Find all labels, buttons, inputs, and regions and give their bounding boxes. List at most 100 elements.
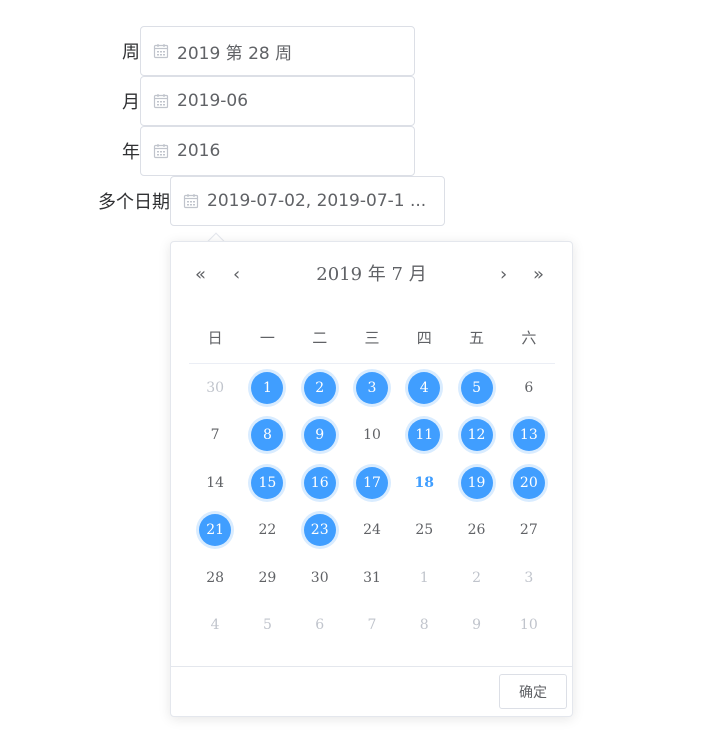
day-cell: 4 bbox=[189, 602, 241, 650]
day-cell: 13 bbox=[503, 412, 555, 460]
day-other-month[interactable]: 7 bbox=[356, 609, 388, 641]
day-selected[interactable]: 9 bbox=[303, 419, 336, 452]
day-cell: 8 bbox=[241, 412, 293, 460]
year-picker-input[interactable]: 2016 bbox=[140, 126, 415, 176]
week-picker-input[interactable]: 2019 第 28 周 bbox=[140, 26, 415, 76]
day-cell: 23 bbox=[294, 507, 346, 555]
day-other-month[interactable]: 1 bbox=[408, 562, 440, 594]
day-cell: 1 bbox=[241, 364, 293, 412]
day-selected[interactable]: 21 bbox=[199, 514, 232, 547]
day-selected[interactable]: 23 bbox=[303, 514, 336, 547]
day-cell: 20 bbox=[503, 459, 555, 507]
day-cell: 7 bbox=[189, 412, 241, 460]
day-cell: 7 bbox=[346, 602, 398, 650]
day[interactable]: 26 bbox=[461, 514, 493, 546]
day-other-month[interactable]: 3 bbox=[513, 562, 545, 594]
day-cell: 28 bbox=[189, 554, 241, 602]
calendar-icon bbox=[153, 94, 169, 109]
week-label: 周 bbox=[122, 42, 140, 63]
day[interactable]: 22 bbox=[251, 514, 283, 546]
date-picker-panel: « ‹ 2019 年 7 月 › » 日一二三四五六 30 1 2 3 4 5 6 7 8 9 10… bbox=[170, 241, 573, 717]
day-cell: 3 bbox=[346, 364, 398, 412]
day-selected[interactable]: 2 bbox=[303, 371, 336, 404]
day-cell: 10 bbox=[346, 412, 398, 460]
day-cell: 27 bbox=[503, 507, 555, 555]
day-selected[interactable]: 5 bbox=[460, 371, 493, 404]
day-other-month[interactable]: 10 bbox=[513, 609, 545, 641]
weekday-header: 日一二三四五六 bbox=[189, 324, 555, 364]
weekday-label: 日 bbox=[207, 329, 223, 347]
month-label: 月 bbox=[122, 92, 140, 113]
calendar-icon bbox=[183, 194, 199, 209]
day-selected[interactable]: 17 bbox=[355, 466, 388, 499]
dates-picker-input[interactable]: 2019-07-02, 2019-07-1 ... bbox=[170, 176, 445, 226]
day-selected[interactable]: 8 bbox=[251, 419, 284, 452]
weekday-label: 四 bbox=[416, 329, 432, 347]
day-other-month[interactable]: 2 bbox=[461, 562, 493, 594]
day-cell: 16 bbox=[294, 459, 346, 507]
confirm-button[interactable]: 确定 bbox=[499, 674, 567, 709]
day-today[interactable]: 18 bbox=[408, 467, 440, 499]
day-selected[interactable]: 20 bbox=[512, 466, 545, 499]
day-cell: 5 bbox=[241, 602, 293, 650]
day-cell: 10 bbox=[503, 602, 555, 650]
day[interactable]: 25 bbox=[408, 514, 440, 546]
day-selected[interactable]: 11 bbox=[408, 419, 441, 452]
day-cell: 8 bbox=[398, 602, 450, 650]
day-cell: 4 bbox=[398, 364, 450, 412]
day-cell: 30 bbox=[294, 554, 346, 602]
picker-footer: 确定 bbox=[171, 666, 572, 716]
day-cell: 22 bbox=[241, 507, 293, 555]
calendar-icon bbox=[153, 144, 169, 159]
weekday-label: 二 bbox=[312, 329, 328, 347]
day[interactable]: 24 bbox=[356, 514, 388, 546]
day-selected[interactable]: 3 bbox=[355, 371, 388, 404]
day[interactable]: 27 bbox=[513, 514, 545, 546]
day[interactable]: 6 bbox=[513, 372, 545, 404]
day[interactable]: 28 bbox=[199, 562, 231, 594]
week-value: 2019 第 28 周 bbox=[177, 43, 293, 64]
day-cell: 17 bbox=[346, 459, 398, 507]
day[interactable]: 30 bbox=[304, 562, 336, 594]
day[interactable]: 31 bbox=[356, 562, 388, 594]
weekday-label: 三 bbox=[364, 329, 380, 347]
next-year-button[interactable]: » bbox=[533, 260, 544, 290]
week-row: 21 22 23 24 25 26 27 bbox=[189, 507, 555, 555]
next-month-button[interactable]: › bbox=[500, 260, 507, 290]
day-cell: 9 bbox=[294, 412, 346, 460]
day-selected[interactable]: 16 bbox=[303, 466, 336, 499]
day[interactable]: 29 bbox=[251, 562, 283, 594]
week-row: 28 29 30 31 1 2 3 bbox=[189, 554, 555, 602]
day-other-month[interactable]: 5 bbox=[251, 609, 283, 641]
day-selected[interactable]: 1 bbox=[251, 371, 284, 404]
day[interactable]: 14 bbox=[199, 467, 231, 499]
day[interactable]: 10 bbox=[356, 419, 388, 451]
day-cell: 9 bbox=[450, 602, 502, 650]
picker-title[interactable]: 2019 年 7 月 bbox=[171, 260, 572, 290]
dates-row: 多个日期 bbox=[80, 176, 170, 226]
day-other-month[interactable]: 6 bbox=[304, 609, 336, 641]
dates-label: 多个日期 bbox=[98, 192, 170, 213]
week-row: 4 5 6 7 8 9 10 bbox=[189, 602, 555, 650]
day-other-month[interactable]: 8 bbox=[408, 609, 440, 641]
day-cell: 31 bbox=[346, 554, 398, 602]
day-other-month[interactable]: 9 bbox=[461, 609, 493, 641]
day-selected[interactable]: 15 bbox=[251, 466, 284, 499]
day-selected[interactable]: 13 bbox=[512, 419, 545, 452]
day-cell: 19 bbox=[450, 459, 502, 507]
month-picker-input[interactable]: 2019-06 bbox=[140, 76, 415, 126]
day-selected[interactable]: 19 bbox=[460, 466, 493, 499]
day-selected[interactable]: 12 bbox=[460, 419, 493, 452]
day-other-month[interactable]: 4 bbox=[199, 609, 231, 641]
day-cell: 2 bbox=[294, 364, 346, 412]
day-other-month[interactable]: 30 bbox=[199, 372, 231, 404]
day-cell: 29 bbox=[241, 554, 293, 602]
day[interactable]: 7 bbox=[199, 419, 231, 451]
day-cell: 14 bbox=[189, 459, 241, 507]
day-cell: 21 bbox=[189, 507, 241, 555]
day-selected[interactable]: 4 bbox=[408, 371, 441, 404]
week-row: 30 1 2 3 4 5 6 bbox=[189, 364, 555, 412]
weekday-label: 六 bbox=[521, 329, 537, 347]
year-row: 年 bbox=[100, 126, 140, 176]
day-cell: 6 bbox=[503, 364, 555, 412]
